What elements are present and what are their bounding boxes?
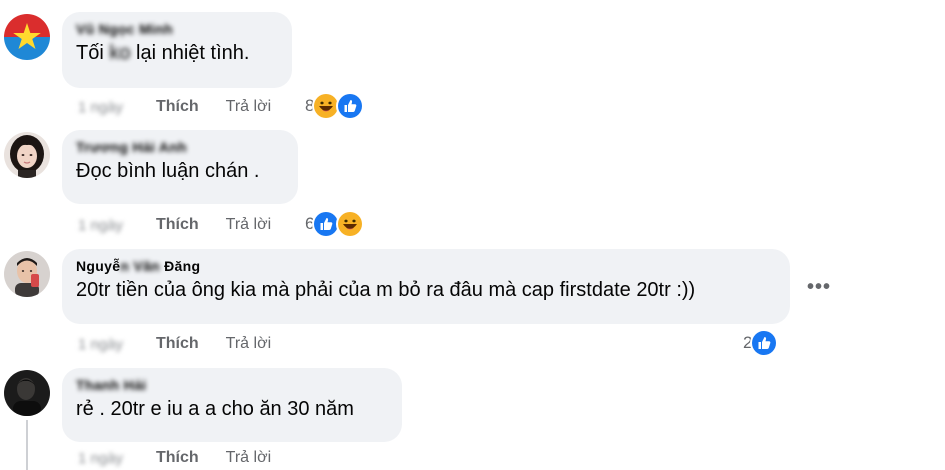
comment-timestamp[interactable]: 1 ngày [78,99,134,116]
comment-text: rẻ . 20tr e iu a a cho ăn 30 năm [76,398,354,420]
comment-author[interactable]: Nguyễn Văn Đăng [76,257,776,275]
comment-bubble: Trương Hải Anh Đọc bình luận chán . [62,130,298,204]
reaction-summary[interactable]: 2 [743,329,779,357]
comment-thread: Vũ Ngọc Minh Tối ko lại nhiệt tình. 1 ng… [0,0,945,470]
comment-author[interactable]: Thanh Hải [76,376,388,394]
comment-actions: 1 ngày Thích Trả lời [78,214,271,236]
comment-bubble: Thanh Hải rẻ . 20tr e iu a a cho ăn 30 n… [62,368,402,442]
like-button[interactable]: Thích [156,449,199,467]
comment-timestamp[interactable]: 1 ngày [78,336,134,353]
more-options-icon[interactable]: ••• [806,274,832,300]
comment-bubble: Nguyễn Văn Đăng 20tr tiền của ông kia mà… [62,249,790,324]
reply-button[interactable]: Trả lời [226,98,271,116]
like-icon [336,92,365,120]
comment-actions: 1 ngày Thích Trả lời [78,96,271,118]
reply-button[interactable]: Trả lời [226,335,271,353]
comment-actions: 1 ngày Thích Trả lời [78,333,271,355]
comment-author[interactable]: Trương Hải Anh [76,138,284,156]
comment-timestamp[interactable]: 1 ngày [78,450,134,467]
comment-text: Đọc bình luận chán . [76,160,260,182]
comment-timestamp[interactable]: 1 ngày [78,217,134,234]
comment-actions: 1 ngày Thích Trả lời [78,447,271,469]
reply-button[interactable]: Trả lời [226,449,271,467]
comment-author[interactable]: Vũ Ngọc Minh [76,20,278,38]
like-button[interactable]: Thích [156,335,199,353]
reply-thread-line [26,420,28,470]
like-button[interactable]: Thích [156,98,199,116]
comment-text: 20tr tiền của ông kia mà phải của m bỏ r… [76,279,696,301]
like-button[interactable]: Thích [156,216,199,234]
avatar[interactable] [4,370,50,416]
avatar[interactable] [4,14,50,60]
comment-text: Tối ko lại nhiệt tình. [76,42,250,64]
avatar[interactable] [4,132,50,178]
like-icon [750,329,779,357]
reaction-summary[interactable]: 6 [305,210,365,238]
reaction-summary[interactable]: 8 [305,92,365,120]
avatar[interactable] [4,251,50,297]
haha-icon [336,210,365,238]
reply-button[interactable]: Trả lời [226,216,271,234]
comment-bubble: Vũ Ngọc Minh Tối ko lại nhiệt tình. [62,12,292,88]
